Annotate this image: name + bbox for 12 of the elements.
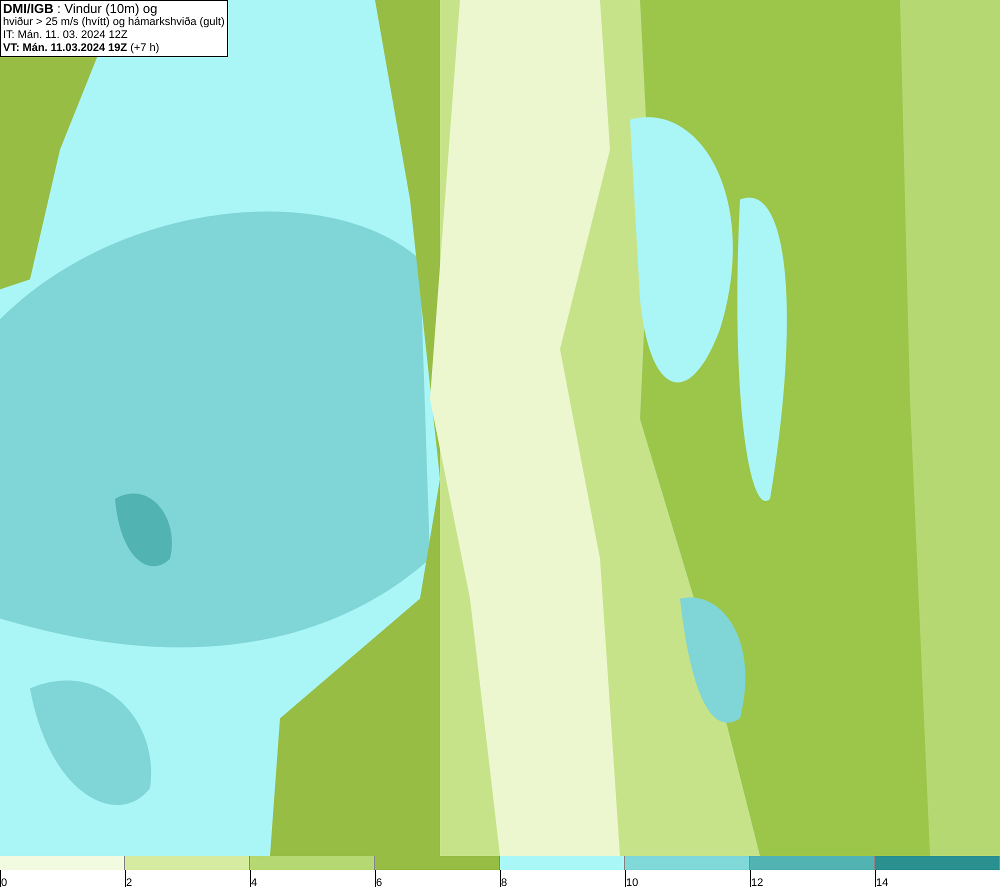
legend-tick-label: 4 — [251, 877, 258, 887]
legend-tick-label: 0 — [1, 877, 8, 887]
info-text: IT: Mán. 11. 03. 2024 12Z — [3, 29, 129, 42]
legend-tick-label: 10 — [626, 877, 638, 887]
legend-tick-label: 2 — [126, 877, 132, 887]
info-text: DMI/IGB : Vindur (10m) og — [3, 2, 158, 16]
legend-tick-label: 12 — [751, 877, 764, 887]
info-text: hviður > 25 m/s (hvítt) og hámarkshviða (gult) — [3, 16, 225, 29]
info-text: VT: Mán. 11.03.2024 19Z (+7 h) — [3, 42, 160, 55]
legend-tick-label: 6 — [376, 877, 382, 887]
legend-tick-label: 8 — [501, 877, 508, 887]
legend-tick-label: 14 — [876, 877, 888, 887]
